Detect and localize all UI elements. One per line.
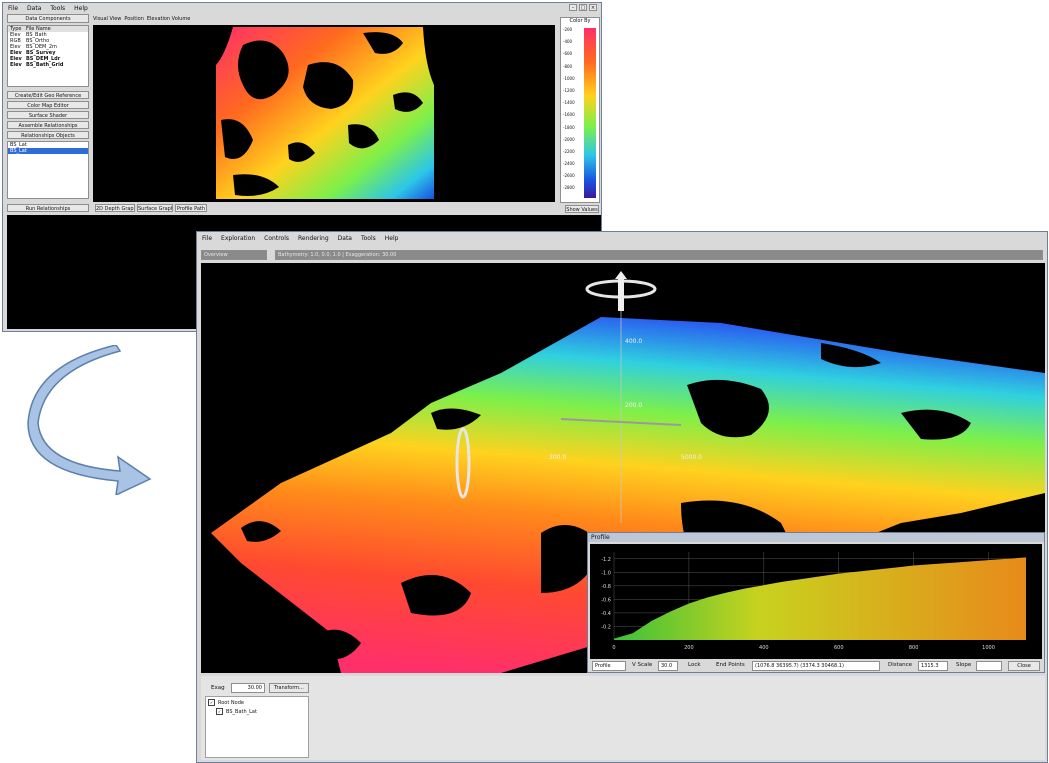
slope-input <box>976 661 1002 671</box>
map-viewport[interactable] <box>93 25 555 202</box>
transition-arrow-icon <box>27 345 152 495</box>
x-tick-label: 400 <box>759 645 769 651</box>
run-relationships-button[interactable]: Run Relationships <box>7 204 89 212</box>
menu-controls[interactable]: Controls <box>264 235 289 242</box>
color-map-editor-button[interactable]: Color Map Editor <box>7 101 89 109</box>
list-item[interactable]: Elev BS_Bath_Grid <box>8 62 88 68</box>
minimize-icon[interactable]: – <box>569 4 577 11</box>
scene-label: 300.0 <box>549 454 566 461</box>
selection-list[interactable]: BS_Lat BS_Lat <box>7 141 89 199</box>
scene-label: 400.0 <box>625 338 642 345</box>
color-legend: Color By -200 -400 -600 -800 -1000 -1200… <box>560 17 600 203</box>
bathymetry-map <box>216 27 434 199</box>
tab-elevation-volume[interactable]: Elevation Volume <box>147 16 190 22</box>
geo-reference-button[interactable]: Create/Edit Geo Reference <box>7 91 89 99</box>
menu-help[interactable]: Help <box>385 235 399 242</box>
vscale-label: V Scale <box>632 662 653 668</box>
menu-rendering[interactable]: Rendering <box>298 235 329 242</box>
viewport-tabs: Visual View Position Elevation Volume <box>93 16 190 22</box>
profile-mode-select[interactable]: Profile <box>592 661 626 671</box>
legend-gradient <box>584 28 596 198</box>
profile-x-ticks: 0 200 400 600 800 1000 <box>612 645 995 651</box>
data-list[interactable]: Type File Name Elev BS_Bath RGB BS_Ortho E… <box>7 25 89 87</box>
data-components-button[interactable]: Data Components <box>7 14 89 23</box>
status-bar: Bathymetry: 1.0, 0.0, 1.0 | Exaggeration… <box>275 250 1043 260</box>
distance-input: 1315.3 <box>918 661 948 671</box>
bottom-tabs: 2D Depth Graph Surface Graph Profile Pat… <box>95 204 207 212</box>
menu-data[interactable]: Data <box>338 235 352 242</box>
tree-node[interactable]: ✓ BS_Bath_Lat <box>208 708 306 715</box>
view-selector[interactable]: Overview <box>201 250 267 260</box>
x-tick-label: 0 <box>612 645 615 651</box>
profile-chart-svg: -0.2 -0.4 -0.6 -0.8 -1.0 -1.2 0 200 400 600 800 10… <box>601 552 1026 651</box>
checkbox-icon[interactable]: ✓ <box>208 699 215 706</box>
bottom-panel: Exag 30.00 Transform... ✓ Root Node ✓ BS… <box>201 676 1045 760</box>
profile-area <box>614 557 1026 640</box>
vscale-input[interactable]: 30.0 <box>658 661 678 671</box>
y-tick-label: -0.6 <box>601 597 611 603</box>
window2-menubar: File Exploration Controls Rendering Data… <box>197 234 1047 243</box>
tab-profile-path[interactable]: Profile Path <box>175 204 207 212</box>
exag-input[interactable]: 30.00 <box>231 683 265 693</box>
tab-position[interactable]: Position <box>124 16 143 22</box>
surface-shader-button[interactable]: Surface Shader <box>7 111 89 119</box>
x-tick-label: 800 <box>909 645 919 651</box>
menu-data[interactable]: Data <box>27 5 41 12</box>
menu-help[interactable]: Help <box>74 5 88 12</box>
y-tick-label: -1.2 <box>601 557 611 563</box>
menu-exploration[interactable]: Exploration <box>221 235 255 242</box>
profile-panel: Profile -0.2 -0.4 -0.6 -0.8 -1.0 -1.2 0 200 400… <box>587 532 1045 673</box>
legend-labels: -200 -400 -600 -800 -1000 -1200 -1400 -1… <box>563 27 575 191</box>
show-values-button[interactable]: Show Values <box>565 205 599 213</box>
tree-node[interactable]: ✓ Root Node <box>208 699 306 706</box>
profile-close-button[interactable]: Close <box>1008 661 1040 671</box>
slope-label: Slope <box>956 662 972 668</box>
menu-file[interactable]: File <box>202 235 212 242</box>
visualization-window: File Exploration Controls Rendering Data… <box>196 231 1048 763</box>
window-controls: – □ × <box>569 4 597 11</box>
x-tick-label: 200 <box>684 645 694 651</box>
assemble-relationships-button[interactable]: Assemble Relationships <box>7 121 89 129</box>
y-tick-label: -0.2 <box>601 624 611 630</box>
tab-visual-view[interactable]: Visual View <box>93 16 121 22</box>
window1-menubar: File Data Tools Help <box>3 5 601 12</box>
profile-chart: -0.2 -0.4 -0.6 -0.8 -1.0 -1.2 0 200 400 600 800 10… <box>590 544 1042 659</box>
maximize-icon[interactable]: □ <box>579 4 587 11</box>
menu-tools[interactable]: Tools <box>50 5 65 12</box>
lock-label: Lock <box>688 662 701 668</box>
menu-file[interactable]: File <box>8 5 18 12</box>
y-tick-label: -0.4 <box>601 611 611 617</box>
x-tick-label: 600 <box>834 645 844 651</box>
endpoints-input[interactable]: (1076.8 36395.7) (3374.3 30468.1) <box>752 661 880 671</box>
profile-title: Profile <box>588 533 1044 542</box>
close-icon[interactable]: × <box>589 4 597 11</box>
profile-y-ticks: -0.2 -0.4 -0.6 -0.8 -1.0 -1.2 <box>601 557 611 631</box>
scene-label: 200.0 <box>625 402 642 409</box>
endpoints-label: End Points <box>716 662 745 668</box>
transform-button[interactable]: Transform... <box>269 683 309 693</box>
tab-surface-graph[interactable]: Surface Graph <box>137 204 173 212</box>
x-tick-label: 1000 <box>982 645 995 651</box>
checkbox-icon[interactable]: ✓ <box>216 708 223 715</box>
list-item-selected[interactable]: BS_Lat <box>8 148 88 154</box>
scene-tree[interactable]: ✓ Root Node ✓ BS_Bath_Lat <box>205 696 309 758</box>
exag-label: Exag <box>211 685 225 691</box>
distance-label: Distance <box>888 662 913 668</box>
y-tick-label: -0.8 <box>601 584 611 590</box>
legend-title: Color By <box>569 18 591 24</box>
tab-2d-depth-graph[interactable]: 2D Depth Graph <box>95 204 135 212</box>
y-tick-label: -1.0 <box>601 570 611 576</box>
scene-label: 5000.0 <box>681 454 702 461</box>
relationships-objects-button[interactable]: Relationships Objects <box>7 131 89 139</box>
menu-tools[interactable]: Tools <box>361 235 376 242</box>
